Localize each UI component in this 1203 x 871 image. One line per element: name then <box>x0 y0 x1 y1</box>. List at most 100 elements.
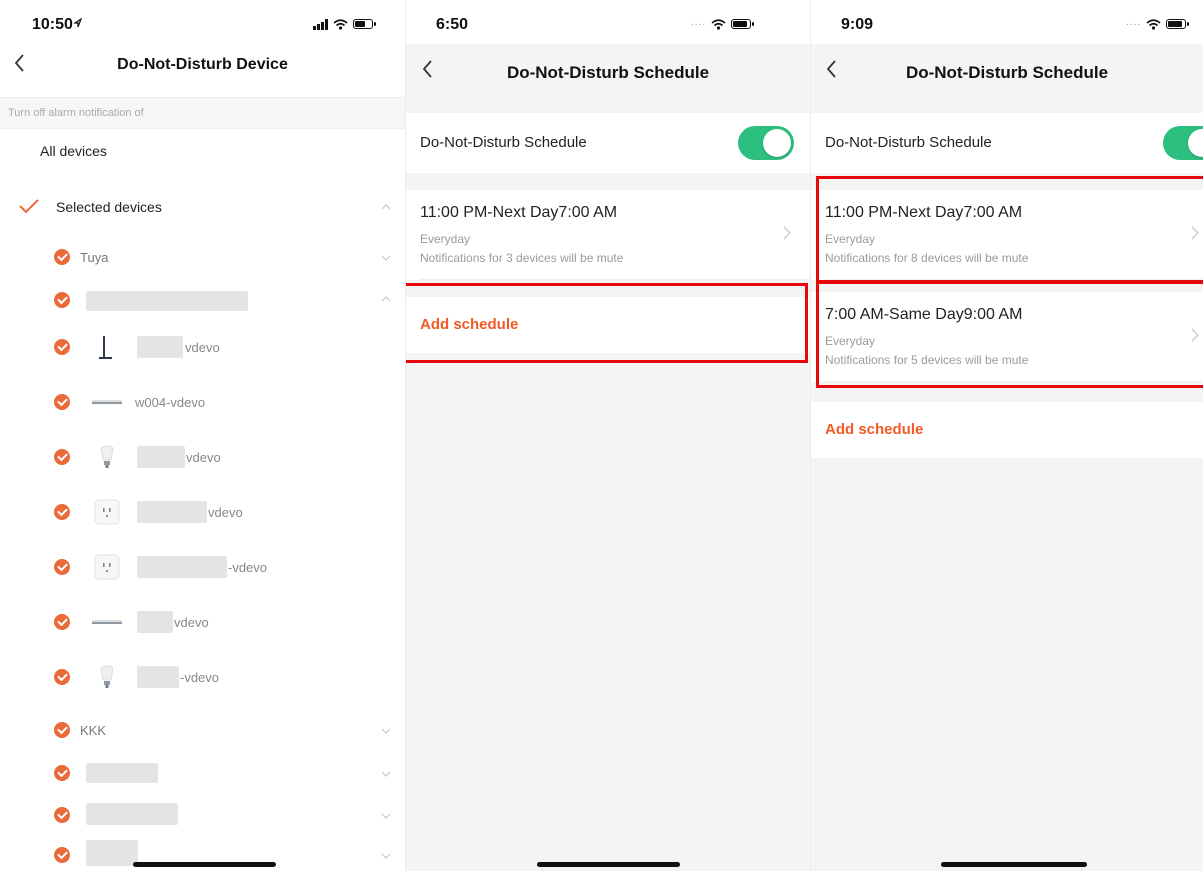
checked-circle-icon[interactable] <box>54 292 70 308</box>
light-strip-icon <box>92 620 122 624</box>
status-bar: 10:50 <box>0 0 405 44</box>
checked-circle-icon[interactable] <box>54 449 70 465</box>
checked-circle-icon[interactable] <box>54 847 70 863</box>
signal-dots-icon: .... <box>1126 17 1142 28</box>
chevron-down-icon[interactable] <box>381 813 391 819</box>
chevron-up-icon[interactable] <box>381 296 391 302</box>
chevron-right-icon <box>1191 328 1199 342</box>
group-row-kkk[interactable]: KKK <box>0 713 405 747</box>
group-row-redacted[interactable] <box>0 283 405 317</box>
device-label: vdevo <box>208 505 243 520</box>
floor-lamp-icon <box>99 336 112 359</box>
checked-circle-icon[interactable] <box>54 504 70 520</box>
toggle-label: Do-Not-Disturb Schedule <box>825 134 992 151</box>
socket-icon <box>94 554 120 580</box>
group-row-tuya[interactable]: Tuya <box>0 240 405 274</box>
schedule-item[interactable]: 7:00 AM-Same Day9:00 AM Everyday Notific… <box>811 292 1203 382</box>
status-time: 9:09 <box>841 16 874 33</box>
page-title: Do-Not-Disturb Schedule <box>506 63 710 82</box>
group-row-redacted[interactable] <box>0 798 405 832</box>
redacted-device-name <box>137 446 185 468</box>
checked-circle-icon[interactable] <box>54 807 70 823</box>
checked-circle-icon[interactable] <box>54 722 70 738</box>
wifi-icon <box>1146 18 1161 30</box>
checked-circle-icon[interactable] <box>54 249 70 265</box>
chevron-right-icon <box>783 226 791 240</box>
battery-icon <box>353 19 376 29</box>
status-icons <box>313 17 376 31</box>
redacted-device-name <box>137 336 183 358</box>
chevron-down-icon[interactable] <box>381 255 391 261</box>
group-row-redacted[interactable] <box>0 756 405 790</box>
checked-circle-icon[interactable] <box>54 394 70 410</box>
screen-do-not-disturb-schedule: 6:50 .... Do-Not-Disturb Schedule Do-Not… <box>405 0 810 871</box>
dnd-schedule-toggle[interactable] <box>738 126 794 160</box>
status-time: 10:50 <box>32 16 73 33</box>
group-label: KKK <box>80 723 107 738</box>
navigation-bar: Do-Not-Disturb Schedule <box>811 44 1203 94</box>
redacted-device-name <box>137 501 207 523</box>
device-row[interactable]: -vdevo <box>0 550 405 584</box>
option-selected-devices[interactable]: Selected devices <box>0 191 405 225</box>
device-row[interactable]: -vdevo <box>0 660 405 694</box>
add-schedule-label: Add schedule <box>420 316 519 333</box>
checked-circle-icon[interactable] <box>54 765 70 781</box>
redacted-group-name <box>86 763 158 783</box>
chevron-right-icon <box>1191 226 1199 240</box>
checked-circle-icon[interactable] <box>54 339 70 355</box>
chevron-down-icon[interactable] <box>381 771 391 777</box>
page-title: Do-Not-Disturb Schedule <box>905 63 1109 82</box>
page-title: Do-Not-Disturb Device <box>117 56 288 73</box>
redacted-group-name <box>86 291 248 311</box>
add-schedule-label: Add schedule <box>825 421 924 438</box>
device-row[interactable]: vdevo <box>0 605 405 639</box>
chevron-up-icon[interactable] <box>381 204 391 210</box>
status-bar: 9:09 .... <box>811 0 1203 44</box>
divider <box>825 381 1203 382</box>
chevron-down-icon[interactable] <box>381 728 391 734</box>
schedule-item[interactable]: 11:00 PM-Next Day7:00 AM Everyday Notifi… <box>811 190 1203 280</box>
cellular-signal-icon <box>313 18 328 30</box>
checked-circle-icon[interactable] <box>54 614 70 630</box>
device-row[interactable]: vdevo <box>0 440 405 474</box>
schedule-item[interactable]: 11:00 PM-Next Day7:00 AM Everyday Notifi… <box>406 190 810 280</box>
redacted-device-name <box>137 666 179 688</box>
schedule-note: Notifications for 3 devices will be mute <box>420 251 624 265</box>
dnd-schedule-toggle-row: Do-Not-Disturb Schedule <box>406 113 810 173</box>
group-label: Tuya <box>80 250 109 265</box>
selected-devices-label: Selected devices <box>56 199 162 215</box>
device-row[interactable]: vdevo <box>0 330 405 364</box>
redacted-device-name <box>137 556 227 578</box>
checked-circle-icon[interactable] <box>54 559 70 575</box>
add-schedule-button[interactable]: Add schedule <box>811 402 1203 458</box>
schedule-note: Notifications for 8 devices will be mute <box>825 251 1029 265</box>
status-icons: .... <box>1126 17 1190 31</box>
device-label: vdevo <box>185 340 220 355</box>
checked-circle-icon[interactable] <box>54 669 70 685</box>
home-indicator <box>941 862 1087 867</box>
device-label: -vdevo <box>180 670 220 685</box>
wifi-icon <box>711 18 726 30</box>
navigation-bar: Do-Not-Disturb Device <box>0 44 405 94</box>
status-icons: .... <box>691 17 755 31</box>
section-hint: Turn off alarm notification of <box>0 97 405 129</box>
dnd-schedule-toggle[interactable] <box>1163 126 1203 160</box>
socket-icon <box>94 499 120 525</box>
home-indicator <box>537 862 680 867</box>
divider <box>420 279 810 280</box>
add-schedule-button[interactable]: Add schedule <box>406 297 810 353</box>
home-indicator <box>133 862 276 867</box>
dnd-schedule-toggle-row: Do-Not-Disturb Schedule <box>811 113 1203 173</box>
checkmark-icon <box>19 199 39 214</box>
status-bar: 6:50 .... <box>406 0 810 44</box>
device-row[interactable]: w004-vdevo <box>0 385 405 419</box>
option-all-devices[interactable]: All devices <box>40 143 107 159</box>
device-label: vdevo <box>174 615 209 630</box>
battery-icon <box>731 19 755 29</box>
divider <box>825 279 1203 280</box>
status-time: 6:50 <box>436 16 469 33</box>
device-label: vdevo <box>186 450 221 465</box>
chevron-down-icon[interactable] <box>381 853 391 859</box>
device-row[interactable]: vdevo <box>0 495 405 529</box>
screen-do-not-disturb-device: 10:50 Do-Not-Disturb Device Turn off ala… <box>0 0 405 871</box>
